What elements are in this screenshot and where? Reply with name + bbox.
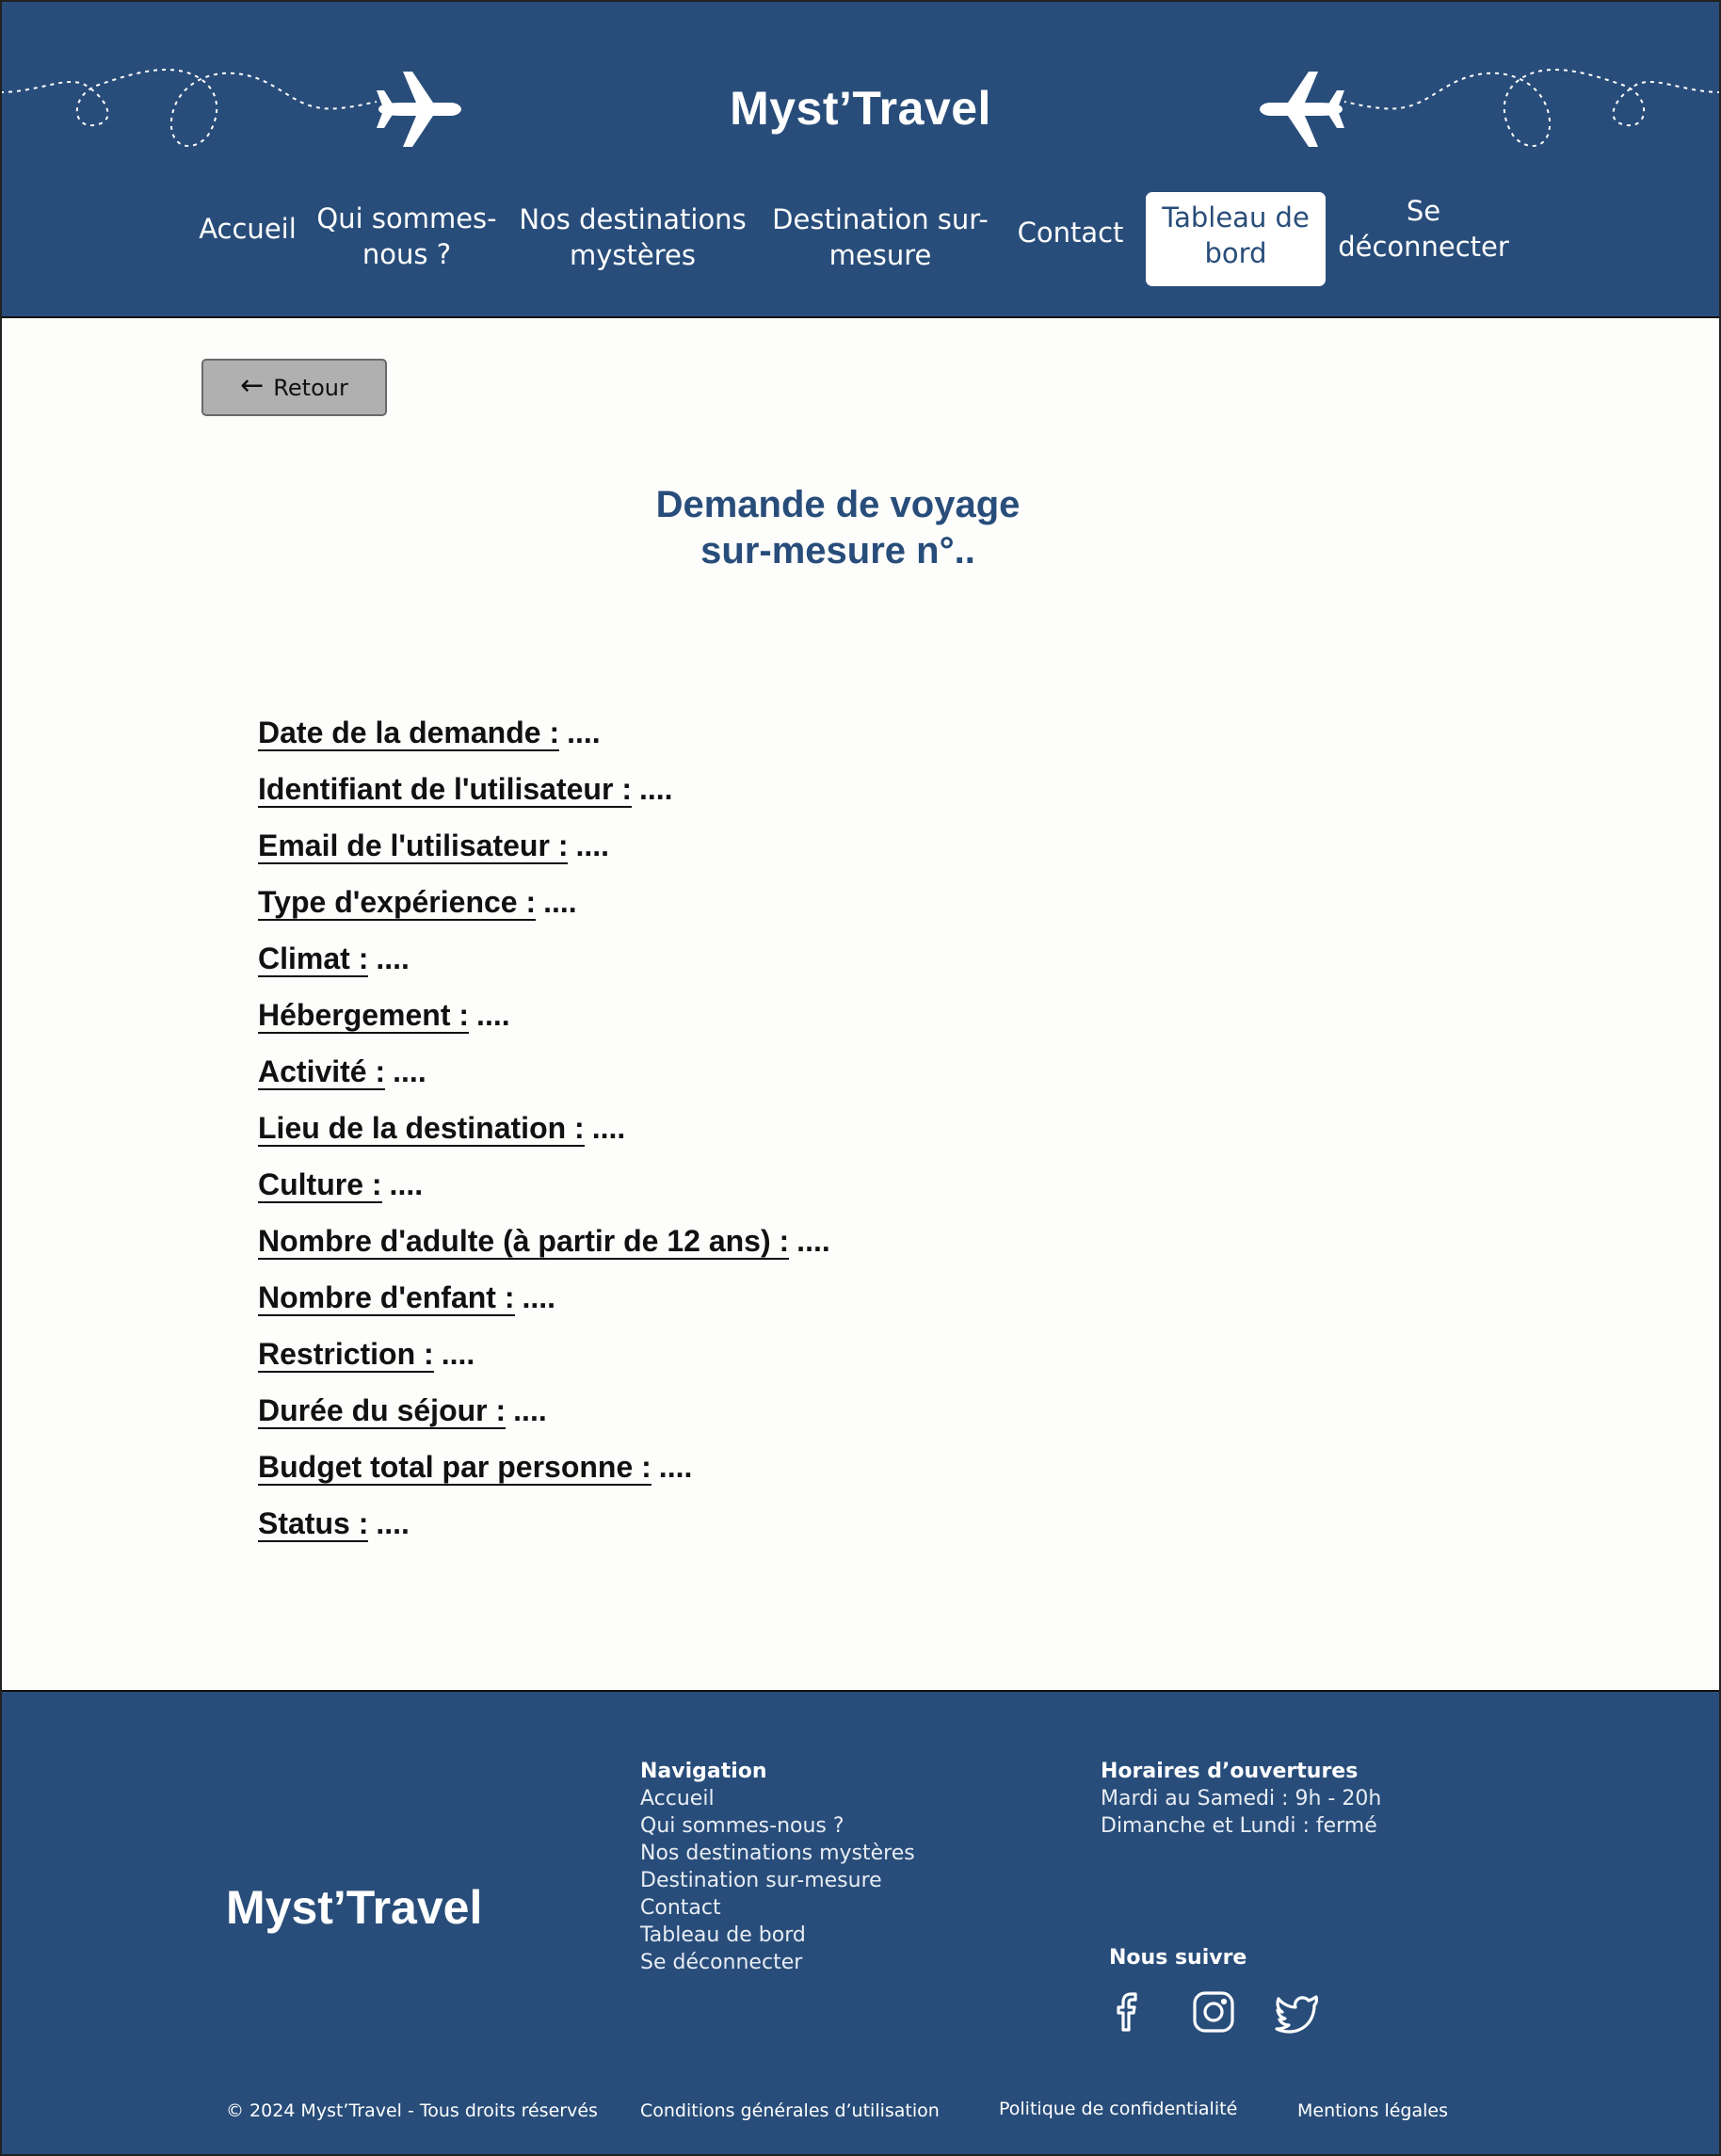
detail-row: Durée du séjour :.... <box>258 1393 830 1450</box>
detail-row: Budget total par personne :.... <box>258 1450 830 1506</box>
field-label: Date de la demande : <box>258 716 560 751</box>
site-header: Myst’Travel Accueil Qui sommes-nous ? No… <box>0 0 1721 318</box>
field-value: .... <box>658 1450 693 1484</box>
field-label: Climat : <box>258 941 369 977</box>
field-label: Lieu de la destination : <box>258 1111 585 1147</box>
field-label: Nombre d'enfant : <box>258 1280 515 1316</box>
cgu-link[interactable]: Conditions générales d’utilisation <box>640 2100 940 2121</box>
field-value: .... <box>389 1167 424 1201</box>
footer-hours-title: Horaires d’ouvertures <box>1101 1760 1359 1783</box>
field-label: Budget total par personne : <box>258 1450 651 1486</box>
nav-tableau-de-bord[interactable]: Tableau de bord <box>1146 192 1326 286</box>
field-value: .... <box>567 716 601 749</box>
field-value: .... <box>376 1506 410 1540</box>
footer-link-tableau-de-bord[interactable]: Tableau de bord <box>640 1922 915 1949</box>
legal-link[interactable]: Mentions légales <box>1297 2100 1448 2121</box>
footer-link-contact[interactable]: Contact <box>640 1894 915 1922</box>
footer-logo[interactable]: Myst’Travel <box>226 1880 482 1935</box>
field-label: Nombre d'adulte (à partir de 12 ans) : <box>258 1224 790 1260</box>
nav-qui-sommes-nous[interactable]: Qui sommes-nous ? <box>316 201 497 272</box>
field-label: Email de l'utilisateur : <box>258 829 569 864</box>
hours-line: Mardi au Samedi : 9h - 20h <box>1101 1787 1382 1810</box>
detail-row: Status :.... <box>258 1506 830 1563</box>
field-value: .... <box>513 1393 547 1427</box>
field-value: .... <box>441 1337 475 1371</box>
twitter-icon[interactable] <box>1273 1988 1320 2035</box>
detail-row: Nombre d'enfant :.... <box>258 1280 830 1337</box>
field-value: .... <box>376 941 410 975</box>
detail-row: Climat :.... <box>258 941 830 998</box>
instagram-icon[interactable] <box>1190 1988 1237 2035</box>
detail-row: Activité :.... <box>258 1054 830 1111</box>
detail-row: Type d'expérience :.... <box>258 885 830 941</box>
field-value: .... <box>796 1224 830 1258</box>
field-value: .... <box>638 772 673 806</box>
detail-row: Nombre d'adulte (à partir de 12 ans) :..… <box>258 1224 830 1280</box>
detail-row: Email de l'utilisateur :.... <box>258 829 830 885</box>
detail-row: Restriction :.... <box>258 1337 830 1393</box>
field-value: .... <box>522 1280 556 1314</box>
back-button[interactable]: ← Retour <box>201 359 387 416</box>
footer-link-se-deconnecter[interactable]: Se déconnecter <box>640 1949 915 1976</box>
footer-follow: Nous suivre <box>1109 1944 1247 1971</box>
footer-follow-title: Nous suivre <box>1109 1946 1247 1970</box>
nav-se-deconnecter[interactable]: Se déconnecter <box>1335 193 1512 265</box>
field-label: Status : <box>258 1506 369 1542</box>
field-value: .... <box>543 885 577 919</box>
detail-row: Lieu de la destination :.... <box>258 1111 830 1167</box>
nav-contact[interactable]: Contact <box>1011 215 1130 250</box>
field-label: Type d'expérience : <box>258 885 537 921</box>
footer-navigation: Navigation Accueil Qui sommes-nous ? Nos… <box>640 1758 915 1976</box>
nav-destination-sur-mesure[interactable]: Destination sur-mesure <box>766 201 994 273</box>
field-label: Activité : <box>258 1054 386 1090</box>
detail-row: Hébergement :.... <box>258 998 830 1054</box>
hours-line: Dimanche et Lundi : fermé <box>1101 1814 1377 1838</box>
copyright: © 2024 Myst’Travel - Tous droits réservé… <box>226 2100 598 2121</box>
field-value: .... <box>591 1111 626 1145</box>
site-logo[interactable]: Myst’Travel <box>0 81 1721 136</box>
footer-link-destination-sur-mesure[interactable]: Destination sur-mesure <box>640 1867 915 1894</box>
footer-link-destinations-mysteres[interactable]: Nos destinations mystères <box>640 1840 915 1867</box>
field-label: Identifiant de l'utilisateur : <box>258 772 632 808</box>
detail-row: Identifiant de l'utilisateur :.... <box>258 772 830 829</box>
detail-row: Date de la demande :.... <box>258 716 830 772</box>
field-label: Hébergement : <box>258 998 470 1034</box>
field-value: .... <box>575 829 610 862</box>
page-title: Demande de voyage sur-mesure n°.. <box>655 484 1021 571</box>
field-label: Restriction : <box>258 1337 434 1373</box>
back-button-label: Retour <box>273 374 348 401</box>
site-footer: Myst’Travel Navigation Accueil Qui somme… <box>0 1690 1721 2156</box>
field-value: .... <box>393 1054 426 1088</box>
nav-destinations-mysteres[interactable]: Nos destinations mystères <box>516 201 749 273</box>
nav-accueil[interactable]: Accueil <box>192 211 303 247</box>
arrow-left-icon: ← <box>240 368 265 402</box>
field-label: Culture : <box>258 1167 382 1203</box>
detail-row: Culture :.... <box>258 1167 830 1224</box>
footer-link-qui-sommes-nous[interactable]: Qui sommes-nous ? <box>640 1812 915 1840</box>
privacy-link[interactable]: Politique de confidentialité <box>999 2099 1237 2119</box>
social-links <box>1107 1988 1320 2035</box>
facebook-icon[interactable] <box>1107 1988 1154 2035</box>
field-value: .... <box>476 998 510 1032</box>
footer-nav-title: Navigation <box>640 1760 767 1783</box>
footer-link-accueil[interactable]: Accueil <box>640 1785 915 1812</box>
field-label: Durée du séjour : <box>258 1393 507 1429</box>
footer-hours: Horaires d’ouvertures Mardi au Samedi : … <box>1101 1758 1381 1840</box>
request-details: Date de la demande :.... Identifiant de … <box>258 716 830 1563</box>
